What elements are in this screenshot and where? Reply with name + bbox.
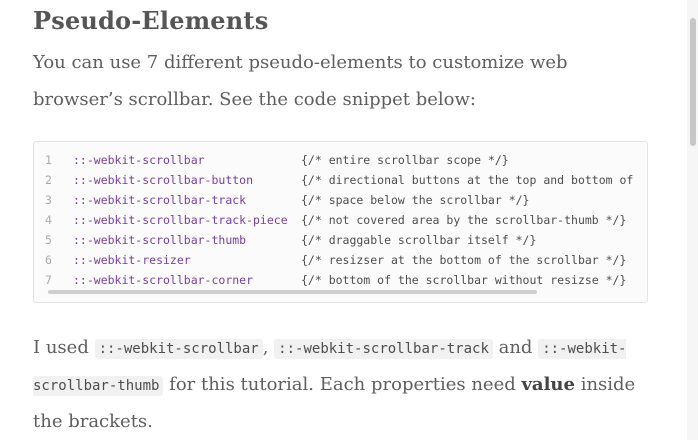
code-comment: {/* draggable scrollbar itself */} (301, 233, 537, 247)
code-selector: ::-webkit-resizer (73, 253, 191, 267)
line-number: 7 (45, 273, 52, 287)
code-comment: {/* entire scrollbar scope */} (301, 153, 509, 167)
code-selector: ::-webkit-scrollbar-button (73, 173, 254, 187)
bold-text: value (521, 374, 575, 395)
intro-paragraph: You can use 7 different pseudo-elements … (33, 52, 568, 110)
line-number: 3 (45, 193, 52, 207)
code-comment: {/* bottom of the scrollbar without resi… (301, 273, 627, 287)
article-page: Pseudo-Elements You can use 7 different … (0, 0, 698, 440)
code-selector: ::-webkit-scrollbar-track (73, 193, 247, 207)
line-number: 2 (45, 173, 52, 187)
code-selector: ::-webkit-scrollbar-corner (73, 273, 254, 287)
code-comment: {/* space below the scrollbar */} (301, 193, 530, 207)
page-scrollbar-thumb[interactable] (690, 18, 696, 146)
code-horizontal-scrollbar[interactable] (48, 290, 537, 294)
text-fragment: , (262, 337, 275, 358)
code-comment: {/* resizser at the bottom of the scroll… (301, 253, 627, 267)
code-comment: {/* not covered area by the scrollbar-th… (301, 213, 627, 227)
explanation-paragraph: I used ::-webkit-scrollbar, ::-webkit-sc… (33, 330, 663, 439)
text-fragment: I used (33, 337, 95, 358)
code-comment: {/* directional buttons at the top and b… (301, 173, 634, 187)
inline-code: ::-webkit-scrollbar (94, 339, 263, 359)
inline-code: ::-webkit-scrollbar-track (274, 339, 493, 359)
code-selector: ::-webkit-scrollbar-thumb (73, 233, 247, 247)
line-number: 1 (45, 153, 52, 167)
text-fragment: for this tutorial. Each properties need (163, 374, 522, 395)
code-selector: ::-webkit-scrollbar (73, 153, 205, 167)
text-fragment: and (492, 337, 539, 358)
line-number: 5 (45, 233, 52, 247)
page-scrollbar[interactable] (687, 0, 698, 440)
line-number: 4 (45, 213, 52, 227)
code-snippet[interactable]: 1 ::-webkit-scrollbar {/* entire scrollb… (33, 141, 648, 303)
code-selector: ::-webkit-scrollbar-track-piece (73, 213, 288, 227)
line-number: 6 (45, 253, 52, 267)
section-heading: Pseudo-Elements (33, 6, 269, 35)
